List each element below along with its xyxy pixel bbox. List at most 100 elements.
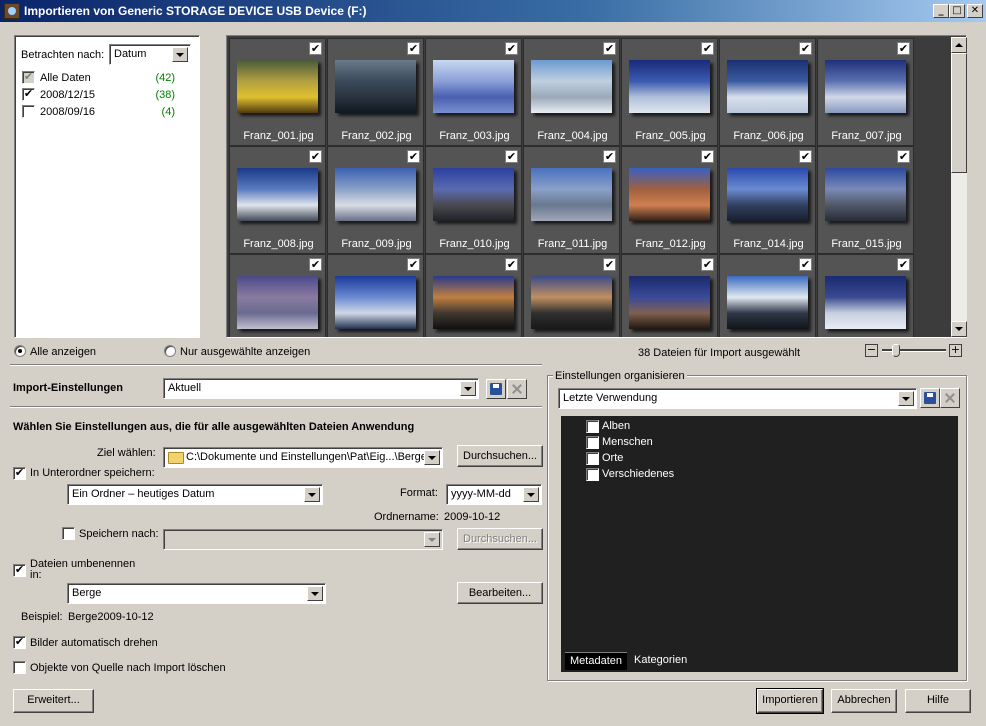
- filter-checkbox[interactable]: ✔: [22, 71, 35, 84]
- photo-tile[interactable]: ✔: [817, 254, 914, 337]
- organize-select[interactable]: Letzte Verwendung: [558, 388, 917, 409]
- save-organize-icon[interactable]: [920, 388, 940, 408]
- photo-tile[interactable]: ✔ Franz_004.jpg: [523, 38, 620, 146]
- photo-tile[interactable]: ✔: [523, 254, 620, 337]
- photo-checkbox[interactable]: ✔: [309, 258, 322, 271]
- chevron-down-icon[interactable]: [424, 532, 440, 547]
- photo-tile[interactable]: ✔ Franz_006.jpg: [719, 38, 816, 146]
- photo-checkbox[interactable]: ✔: [897, 258, 910, 271]
- category-checkbox[interactable]: [586, 420, 599, 433]
- photo-checkbox[interactable]: ✔: [505, 42, 518, 55]
- browse-button-disabled[interactable]: Durchsuchen...: [457, 528, 543, 550]
- chevron-down-icon[interactable]: [460, 381, 476, 396]
- photo-tile[interactable]: ✔ Franz_008.jpg: [229, 146, 326, 254]
- help-button[interactable]: Hilfe: [905, 689, 971, 713]
- category-item[interactable]: Menschen: [586, 436, 786, 450]
- delete-source-checkbox[interactable]: [13, 661, 26, 674]
- photo-checkbox[interactable]: ✔: [407, 150, 420, 163]
- photo-checkbox[interactable]: ✔: [407, 258, 420, 271]
- filter-item-label[interactable]: Alle Daten: [40, 72, 91, 84]
- auto-rotate-label[interactable]: Bilder automatisch drehen: [30, 637, 158, 649]
- save-preset-icon[interactable]: [486, 379, 506, 399]
- category-checkbox[interactable]: [586, 436, 599, 449]
- photo-thumbnail[interactable]: [433, 60, 514, 113]
- filter-item-label[interactable]: 2008/09/16: [40, 106, 95, 118]
- photo-thumbnail[interactable]: [727, 276, 808, 329]
- save-to-select[interactable]: [163, 529, 443, 550]
- zoom-slider-thumb[interactable]: [892, 344, 900, 357]
- subfolder-label[interactable]: In Unterordner speichern:: [30, 467, 155, 479]
- photo-thumbnail[interactable]: [629, 60, 710, 113]
- photo-thumbnail[interactable]: [335, 276, 416, 329]
- photo-checkbox[interactable]: ✔: [309, 150, 322, 163]
- delete-source-label[interactable]: Objekte von Quelle nach Import löschen: [30, 662, 226, 674]
- title-bar[interactable]: Importieren von Generic STORAGE DEVICE U…: [0, 0, 986, 22]
- chevron-down-icon[interactable]: [172, 47, 188, 62]
- photo-checkbox[interactable]: ✔: [407, 42, 420, 55]
- photo-thumbnail[interactable]: [727, 60, 808, 113]
- show-selected-radio[interactable]: [164, 345, 176, 357]
- show-all-label[interactable]: Alle anzeigen: [30, 346, 96, 358]
- photo-thumbnail[interactable]: [531, 168, 612, 221]
- delete-organize-icon[interactable]: [940, 388, 960, 408]
- photo-tile[interactable]: ✔ Franz_014.jpg: [719, 146, 816, 254]
- photo-tile[interactable]: ✔ Franz_002.jpg: [327, 38, 424, 146]
- photo-thumbnail[interactable]: [433, 276, 514, 329]
- photo-checkbox[interactable]: ✔: [799, 42, 812, 55]
- photo-thumbnail[interactable]: [531, 60, 612, 113]
- format-select[interactable]: yyyy-MM-dd: [446, 484, 542, 505]
- scroll-down-button[interactable]: [951, 321, 967, 337]
- photo-tile[interactable]: ✔: [719, 254, 816, 337]
- category-item[interactable]: Verschiedenes: [586, 468, 786, 482]
- photo-tile[interactable]: ✔ Franz_011.jpg: [523, 146, 620, 254]
- photo-tile[interactable]: ✔ Franz_005.jpg: [621, 38, 718, 146]
- cancel-button[interactable]: Abbrechen: [831, 689, 897, 713]
- photo-checkbox[interactable]: ✔: [701, 258, 714, 271]
- show-all-radio[interactable]: [14, 345, 26, 357]
- subfolder-checkbox[interactable]: ✔: [13, 467, 26, 480]
- thumbnail-gallery[interactable]: ✔ Franz_001.jpg ✔ Franz_002.jpg ✔ Franz_003.j…: [226, 35, 967, 338]
- photo-checkbox[interactable]: ✔: [505, 150, 518, 163]
- target-path-select[interactable]: C:\Dokumente und Einstellungen\Pat\Eig..…: [163, 447, 443, 468]
- photo-checkbox[interactable]: ✔: [505, 258, 518, 271]
- rename-checkbox[interactable]: ✔: [13, 564, 26, 577]
- scroll-thumb[interactable]: [951, 53, 967, 173]
- photo-checkbox[interactable]: ✔: [897, 42, 910, 55]
- photo-thumbnail[interactable]: [629, 276, 710, 329]
- photo-tile[interactable]: ✔ Franz_003.jpg: [425, 38, 522, 146]
- photo-thumbnail[interactable]: [727, 168, 808, 221]
- chevron-down-icon[interactable]: [898, 391, 914, 406]
- category-checkbox[interactable]: [586, 468, 599, 481]
- photo-checkbox[interactable]: ✔: [799, 258, 812, 271]
- category-item[interactable]: Alben: [586, 420, 786, 434]
- photo-tile[interactable]: ✔ Franz_015.jpg: [817, 146, 914, 254]
- minimize-button[interactable]: _: [933, 4, 949, 18]
- photo-thumbnail[interactable]: [825, 276, 906, 329]
- photo-thumbnail[interactable]: [825, 60, 906, 113]
- photo-thumbnail[interactable]: [825, 168, 906, 221]
- photo-thumbnail[interactable]: [629, 168, 710, 221]
- photo-tile[interactable]: ✔ Franz_012.jpg: [621, 146, 718, 254]
- filter-checkbox[interactable]: [22, 105, 35, 118]
- photo-tile[interactable]: ✔ Franz_007.jpg: [817, 38, 914, 146]
- rename-select[interactable]: Berge: [67, 583, 326, 604]
- photo-tile[interactable]: ✔: [327, 254, 424, 337]
- photo-thumbnail[interactable]: [335, 168, 416, 221]
- photo-checkbox[interactable]: ✔: [603, 258, 616, 271]
- photo-tile[interactable]: ✔: [621, 254, 718, 337]
- zoom-in-button[interactable]: +: [949, 344, 962, 357]
- photo-thumbnail[interactable]: [237, 276, 318, 329]
- save-to-checkbox[interactable]: [62, 527, 75, 540]
- advanced-button[interactable]: Erweitert...: [13, 689, 94, 713]
- photo-tile[interactable]: ✔ Franz_009.jpg: [327, 146, 424, 254]
- rename-label[interactable]: Dateien umbenennen in:: [30, 559, 140, 579]
- photo-checkbox[interactable]: ✔: [603, 42, 616, 55]
- photo-checkbox[interactable]: ✔: [701, 150, 714, 163]
- chevron-down-icon[interactable]: [424, 450, 440, 465]
- photo-tile[interactable]: ✔: [425, 254, 522, 337]
- photo-checkbox[interactable]: ✔: [309, 42, 322, 55]
- photo-thumbnail[interactable]: [335, 60, 416, 113]
- tab-metadaten[interactable]: Metadaten: [565, 652, 627, 670]
- close-button[interactable]: ✕: [967, 4, 983, 18]
- chevron-down-icon[interactable]: [304, 487, 320, 502]
